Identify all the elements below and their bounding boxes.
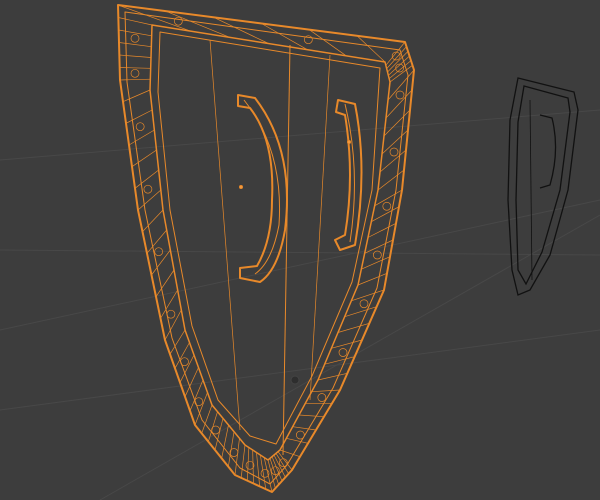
wire-edge	[246, 447, 250, 481]
right-handle[interactable]	[334, 99, 363, 251]
wire-edge	[331, 339, 363, 349]
shield-outer-outline	[117, 4, 415, 493]
wire-edge	[256, 452, 261, 487]
wire-edge	[371, 206, 400, 222]
wire-edge	[377, 169, 405, 191]
rivet-wire	[338, 348, 348, 357]
wire-edge	[128, 129, 155, 146]
rivet-wire	[173, 16, 183, 26]
rivet-wire	[194, 397, 204, 407]
rivet-wire	[135, 122, 145, 132]
wire-edge	[387, 69, 415, 101]
wire-edge	[118, 42, 152, 48]
wire-edge	[286, 437, 309, 444]
3d-cursor[interactable]	[290, 375, 300, 385]
wire-edge	[118, 29, 152, 37]
wire-edge	[381, 129, 409, 155]
shield-seam-left	[209, 39, 241, 431]
wire-edge	[201, 404, 213, 434]
rivet-wire	[229, 448, 239, 457]
rivet-wire	[130, 68, 140, 78]
rivet-wire	[295, 430, 305, 440]
wire-edge	[387, 51, 409, 73]
unselected-shield-wireframe[interactable]	[507, 77, 579, 296]
wire-edge	[292, 426, 317, 431]
rivet-wire	[180, 357, 189, 367]
selected-shield-wireframe[interactable]	[117, 4, 415, 493]
rivet-wire	[143, 184, 153, 194]
viewport-canvas[interactable]	[0, 0, 600, 500]
wire-edge	[379, 149, 407, 173]
rivet-wire	[382, 201, 392, 211]
wire-edge	[317, 372, 348, 381]
object-origin-2	[347, 140, 351, 144]
wire-edge	[367, 223, 397, 238]
wire-edge	[194, 392, 208, 426]
3d-viewport[interactable]	[0, 0, 600, 500]
wire-edge	[169, 329, 186, 355]
wire-edge	[119, 54, 152, 58]
rivet-wire	[211, 425, 221, 435]
object-origin	[239, 185, 243, 189]
rivet-wire	[389, 147, 399, 157]
wire-edge	[374, 189, 403, 207]
wire-edge	[131, 149, 157, 167]
wire-edge	[357, 273, 388, 286]
wire-edge	[389, 65, 413, 83]
wire-edge	[125, 109, 153, 124]
wire-edge	[122, 89, 151, 102]
shield-seam-right	[309, 54, 331, 401]
wire-edge	[119, 78, 151, 81]
shield-face	[157, 31, 381, 445]
rivet-wire	[359, 299, 369, 309]
rivet-wire	[130, 33, 140, 43]
wire-edge	[234, 438, 240, 476]
wire-edge	[298, 414, 325, 418]
rivet-wire	[317, 393, 327, 402]
rivet-wire	[166, 309, 176, 319]
rivet-wire	[395, 90, 405, 100]
wire-edge	[385, 89, 413, 119]
wire-edge	[240, 444, 246, 478]
rivet-wire	[372, 250, 382, 260]
wire-edge	[119, 67, 151, 69]
wire-edge	[337, 322, 370, 333]
border-triangulation	[117, 4, 415, 493]
left-handle[interactable]	[237, 94, 288, 283]
wire-edge	[118, 17, 153, 26]
wire-edge	[385, 41, 406, 66]
wire-edge	[311, 389, 341, 393]
